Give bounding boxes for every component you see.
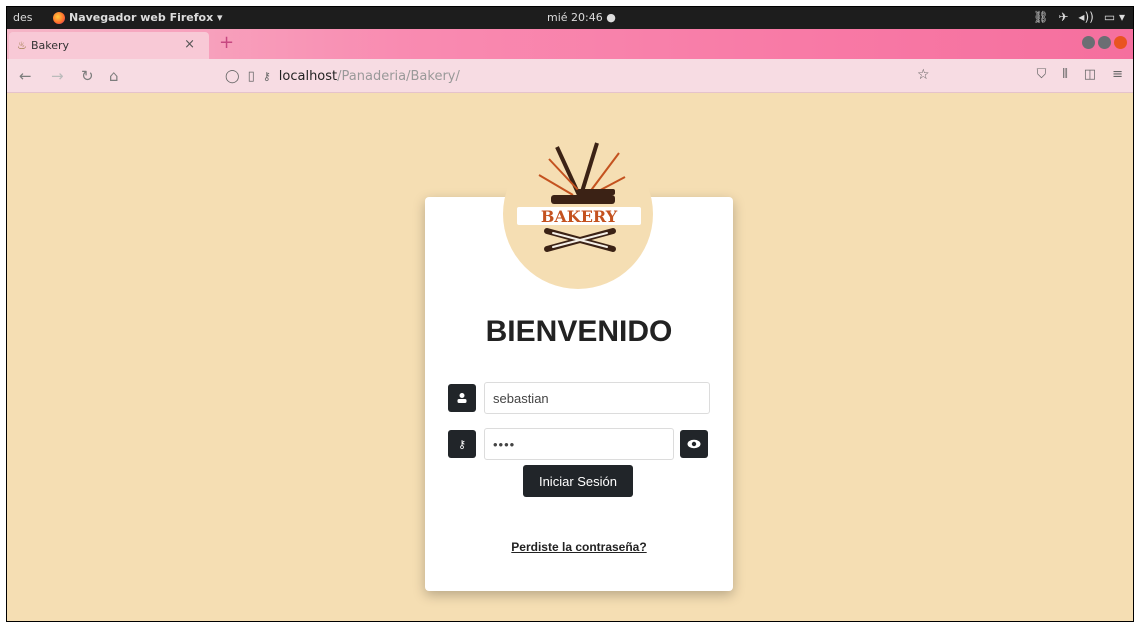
logo-text: BAKERY [541,207,618,226]
maximize-button[interactable] [1098,36,1111,49]
key-field-icon: ⚷ [448,430,476,458]
tab-strip: ♨ Bakery × + [7,29,1133,59]
bookmark-star-icon[interactable]: ☆ [917,67,930,83]
username-input[interactable]: sebastian [484,382,710,414]
screen-frame: des Navegador web Firefox ▾ mié 20:46 ● … [6,6,1134,622]
user-icon [448,384,476,412]
firefox-icon [53,11,65,24]
airplane-icon[interactable]: ✈ [1058,10,1068,24]
navigation-toolbar: ← → ↻ ⌂ ◯ ▯ ⚷ localhost/Panaderia/Bakery… [7,59,1133,93]
back-arrow-icon[interactable]: ← [19,67,32,85]
shield-icon[interactable]: ◯ [225,69,240,84]
new-tab-button[interactable]: + [219,32,234,53]
tab-title: Bakery [31,39,70,52]
clock[interactable]: mié 20:46 ● [547,11,616,24]
menu-icon[interactable]: ≡ [1112,67,1123,82]
app-menu[interactable]: Navegador web Firefox ▾ [53,11,223,24]
close-window-button[interactable] [1114,36,1127,49]
pocket-icon[interactable]: ⛉ [1037,67,1047,82]
system-top-bar: des Navegador web Firefox ▾ mié 20:46 ● … [7,7,1133,29]
toolbar-right-buttons: ⛉ ⫴ ◫ ≡ [1037,67,1123,82]
network-icon[interactable]: ⛓ [1033,10,1048,24]
eye-icon[interactable] [680,430,708,458]
page-content: BAKERY BIENVENIDO sebastian ⚷ •••• Inici… [7,93,1133,621]
tab-bakery[interactable]: ♨ Bakery × [9,32,209,59]
library-icon[interactable]: ⫴ [1062,67,1067,82]
password-input[interactable]: •••• [484,428,674,460]
app-menu-label: Navegador web Firefox ▾ [69,11,223,24]
forward-arrow-icon[interactable]: → [51,67,64,85]
url-path: /Panaderia/Bakery/ [337,68,460,84]
login-button[interactable]: Iniciar Sesión [523,465,633,497]
sidebar-icon[interactable]: ◫ [1084,67,1096,82]
tab-close-icon[interactable]: × [184,37,195,52]
forgot-password-link[interactable]: Perdiste la contraseña? [425,540,733,554]
url-bar[interactable]: ◯ ▯ ⚷ localhost/Panaderia/Bakery/ [225,63,945,89]
system-tray[interactable]: ⛓ ✈ ◂)) ▭ ▾ [1033,10,1125,24]
activities-button[interactable]: des [13,11,32,24]
volume-icon[interactable]: ◂)) [1078,10,1093,24]
home-icon[interactable]: ⌂ [109,67,119,85]
welcome-heading: BIENVENIDO [485,315,673,348]
url-host: localhost [278,68,338,84]
window-controls [1082,36,1127,49]
battery-icon[interactable]: ▭ ▾ [1104,10,1125,24]
reload-icon[interactable]: ↻ [81,67,94,85]
key-icon[interactable]: ⚷ [263,70,271,83]
bakery-favicon-icon: ♨ [17,39,27,52]
minimize-button[interactable] [1082,36,1095,49]
bakery-logo: BAKERY [517,142,641,252]
page-info-icon[interactable]: ▯ [248,69,255,84]
